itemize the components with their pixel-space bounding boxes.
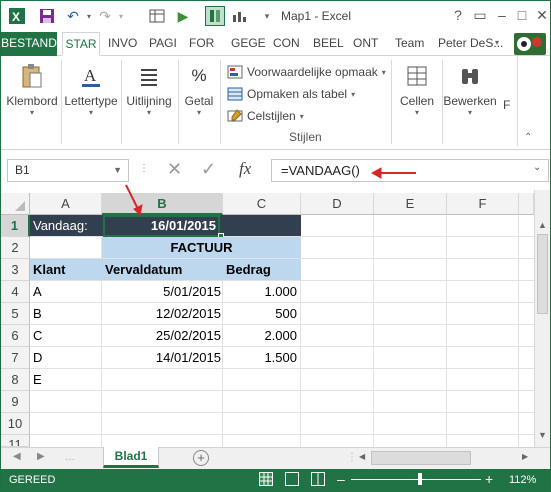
zoom-level[interactable]: 112% <box>509 474 536 486</box>
scroll-left-icon[interactable]: ◀ <box>359 452 365 461</box>
zoom-out-icon[interactable]: – <box>337 471 345 487</box>
status-bar: GEREED – + 112% <box>1 469 550 491</box>
sheet-prev-icon[interactable]: ◀ <box>13 451 21 462</box>
normal-view-icon[interactable] <box>259 472 273 486</box>
status-ready: GEREED <box>9 474 56 486</box>
page-layout-view-icon[interactable] <box>285 472 299 486</box>
scroll-right-icon[interactable]: ▶ <box>522 452 528 461</box>
excel-window: X ↶ ▾ ↷ ▾ ▶ ▾ Map1 - Excel ? ▭ – □ ✕ BES… <box>0 0 551 492</box>
sheet-tab-blad1[interactable]: Blad1 <box>103 447 159 468</box>
zoom-in-icon[interactable]: + <box>485 471 493 487</box>
hscroll-dots-icon[interactable]: ⋮ <box>347 452 357 463</box>
arrow-to-b1-head <box>133 204 143 217</box>
annotation-arrows <box>125 167 416 217</box>
horizontal-scroll-thumb[interactable] <box>371 451 471 465</box>
arrow-to-formula-head <box>370 167 382 179</box>
arrow-to-b1 <box>125 184 139 210</box>
page-break-view-icon[interactable] <box>311 472 325 486</box>
sheet-dots-icon[interactable]: … <box>65 452 75 463</box>
zoom-slider-thumb[interactable] <box>418 473 422 485</box>
add-sheet-icon[interactable]: + <box>193 450 209 466</box>
sheet-next-icon[interactable]: ▶ <box>37 451 45 462</box>
zoom-slider[interactable] <box>351 479 481 480</box>
sheet-tab-bar: ◀ ▶ … Blad1 + ⋮ ◀ ▶ <box>1 447 550 469</box>
